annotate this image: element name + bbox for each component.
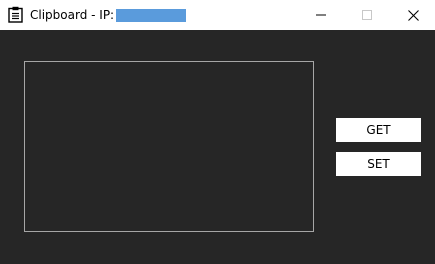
ip-address-redacted [116,8,187,22]
window-title-text: Clipboard - IP: [30,8,115,22]
close-button[interactable] [390,0,435,30]
close-icon [407,9,419,21]
maximize-button[interactable] [344,0,390,30]
maximize-icon [362,10,372,20]
minimize-button[interactable] [298,0,344,30]
clipboard-text-area[interactable] [24,61,314,232]
window-title: Clipboard - IP: [30,0,187,30]
title-bar[interactable]: Clipboard - IP: [0,0,435,30]
clipboard-icon [8,6,23,23]
minimize-icon [316,10,326,20]
app-window: Clipboard - IP: GET SET [0,0,435,264]
get-button[interactable]: GET [336,118,421,142]
set-button[interactable]: SET [336,152,421,176]
